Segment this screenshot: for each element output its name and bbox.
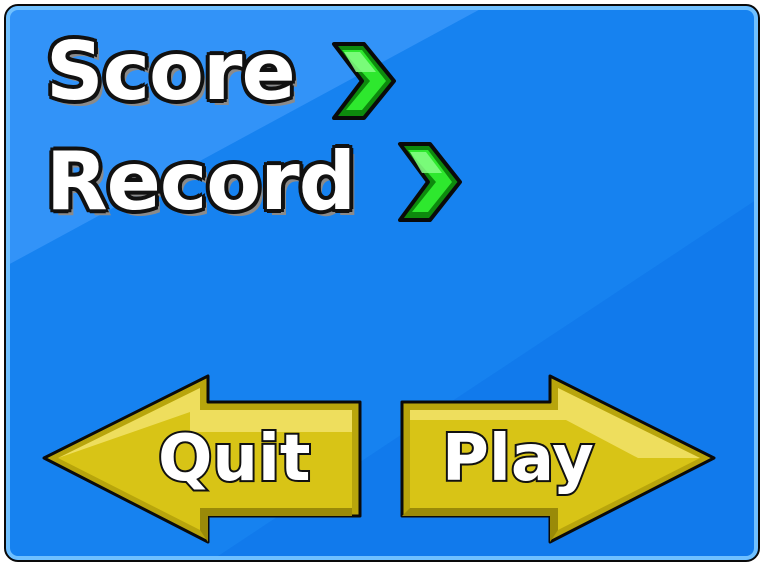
record-label: Record xyxy=(46,135,356,228)
play-button[interactable]: Play xyxy=(398,372,720,546)
score-green-chevron-icon xyxy=(332,42,396,120)
play-label: Play xyxy=(442,422,594,496)
quit-button[interactable]: Quit xyxy=(40,372,366,546)
quit-label: Quit xyxy=(158,422,311,496)
record-green-chevron-icon xyxy=(398,142,462,222)
score-label: Score xyxy=(46,25,296,118)
